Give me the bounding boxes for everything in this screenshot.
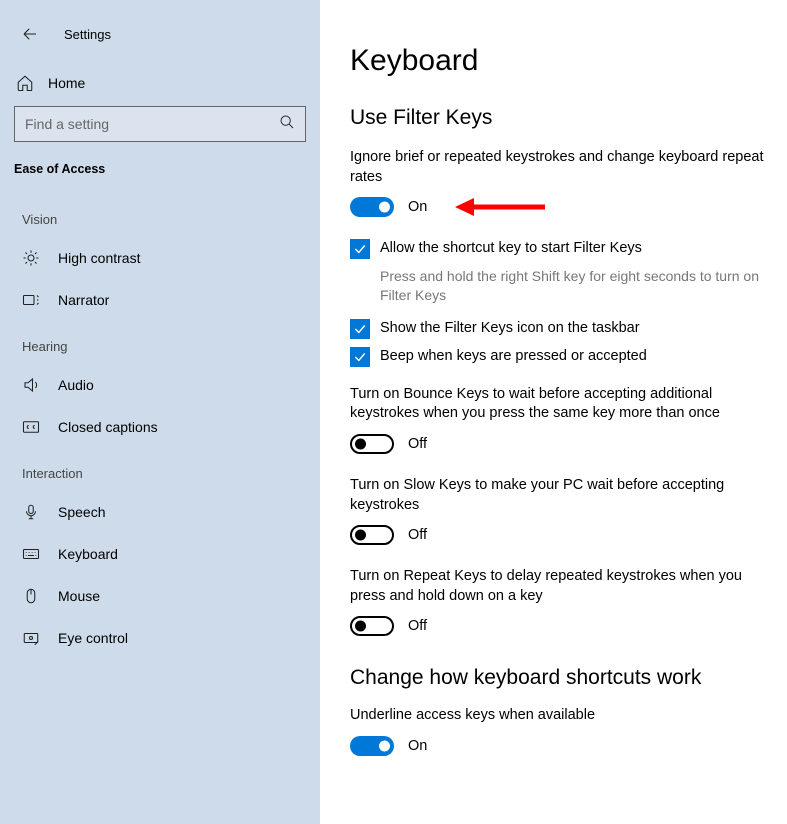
- sidebar-item-label: Audio: [58, 377, 94, 393]
- main-content: Keyboard Use Filter Keys Ignore brief or…: [320, 0, 787, 824]
- filter-keys-desc: Ignore brief or repeated keystrokes and …: [350, 148, 777, 187]
- group-label-hearing: Hearing: [0, 321, 320, 364]
- closed-captions-icon: [20, 418, 42, 436]
- audio-icon: [20, 376, 42, 394]
- eye-control-icon: [20, 629, 42, 647]
- allow-shortcut-label: Allow the shortcut key to start Filter K…: [380, 239, 642, 258]
- toggle-state-label: Off: [408, 527, 427, 543]
- sidebar: Settings Home Ease of Access Vision High…: [0, 0, 320, 824]
- sidebar-item-eye-control[interactable]: Eye control: [0, 617, 320, 659]
- sidebar-item-narrator[interactable]: Narrator: [0, 279, 320, 321]
- sidebar-item-speech[interactable]: Speech: [0, 491, 320, 533]
- back-button[interactable]: [14, 18, 46, 50]
- toggle-state-label: Off: [408, 618, 427, 634]
- speech-icon: [20, 503, 42, 521]
- sidebar-item-label: Keyboard: [58, 546, 118, 562]
- home-icon: [14, 74, 36, 92]
- allow-shortcut-checkbox[interactable]: [350, 239, 370, 259]
- repeat-keys-toggle[interactable]: [350, 616, 394, 636]
- sidebar-item-high-contrast[interactable]: High contrast: [0, 237, 320, 279]
- search-box[interactable]: [14, 106, 306, 142]
- underline-desc: Underline access keys when available: [350, 706, 777, 726]
- window-title: Settings: [64, 27, 111, 42]
- toggle-state-label: On: [408, 199, 427, 215]
- repeat-keys-desc: Turn on Repeat Keys to delay repeated ke…: [350, 567, 777, 606]
- beep-checkbox[interactable]: [350, 347, 370, 367]
- sidebar-item-label: Closed captions: [58, 419, 158, 435]
- show-taskbar-icon-checkbox[interactable]: [350, 319, 370, 339]
- sidebar-item-mouse[interactable]: Mouse: [0, 575, 320, 617]
- bounce-keys-desc: Turn on Bounce Keys to wait before accep…: [350, 385, 777, 424]
- sidebar-item-audio[interactable]: Audio: [0, 364, 320, 406]
- show-taskbar-icon-label: Show the Filter Keys icon on the taskbar: [380, 319, 640, 338]
- section-title-shortcuts: Change how keyboard shortcuts work: [350, 666, 777, 690]
- annotation-arrow-icon: [450, 193, 550, 221]
- bounce-keys-toggle[interactable]: [350, 434, 394, 454]
- section-title-filter-keys: Use Filter Keys: [350, 106, 777, 130]
- home-nav-item[interactable]: Home: [0, 68, 320, 106]
- sidebar-item-label: Eye control: [58, 630, 128, 646]
- home-label: Home: [48, 75, 85, 91]
- search-icon: [279, 114, 295, 135]
- group-label-interaction: Interaction: [0, 448, 320, 491]
- slow-keys-toggle[interactable]: [350, 525, 394, 545]
- sidebar-item-label: Speech: [58, 504, 105, 520]
- keyboard-icon: [20, 545, 42, 563]
- page-title: Keyboard: [350, 44, 777, 78]
- toggle-state-label: Off: [408, 436, 427, 452]
- mouse-icon: [20, 587, 42, 605]
- group-label-vision: Vision: [0, 194, 320, 237]
- sidebar-item-label: Narrator: [58, 292, 109, 308]
- sidebar-item-keyboard[interactable]: Keyboard: [0, 533, 320, 575]
- underline-access-keys-toggle[interactable]: [350, 736, 394, 756]
- sidebar-item-closed-captions[interactable]: Closed captions: [0, 406, 320, 448]
- sidebar-item-label: High contrast: [58, 250, 140, 266]
- narrator-icon: [20, 291, 42, 309]
- slow-keys-desc: Turn on Slow Keys to make your PC wait b…: [350, 476, 777, 515]
- toggle-state-label: On: [408, 738, 427, 754]
- search-input[interactable]: [25, 116, 279, 132]
- filter-keys-toggle[interactable]: [350, 197, 394, 217]
- sidebar-item-label: Mouse: [58, 588, 100, 604]
- allow-shortcut-desc: Press and hold the right Shift key for e…: [380, 267, 777, 305]
- high-contrast-icon: [20, 249, 42, 267]
- section-label: Ease of Access: [0, 156, 320, 194]
- beep-label: Beep when keys are pressed or accepted: [380, 347, 647, 366]
